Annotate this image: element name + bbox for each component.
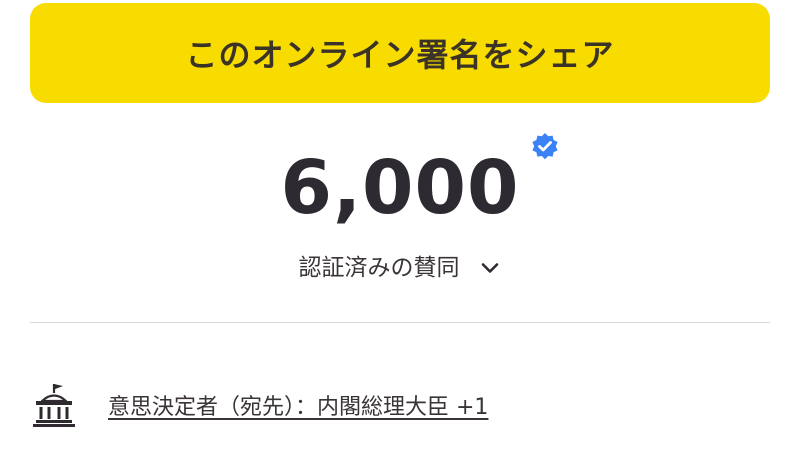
verified-signatures-row: 認証済みの賛同 [0,250,800,286]
government-building-icon [33,384,75,427]
share-button-label: このオンライン署名をシェア [185,37,615,73]
signature-count: 6,000 [280,133,558,236]
decision-maker-row: 意思決定者（宛先）：内閣総理大臣 +1 [30,378,488,432]
signature-count-section: 6,000 [0,133,800,236]
chevron-down-icon [481,263,498,273]
signature-count-value: 6,000 [280,145,520,231]
verified-signatures-toggle[interactable]: 認証済みの賛同 [299,250,502,286]
verified-signatures-label: 認証済みの賛同 [298,255,460,281]
decision-maker-link[interactable]: 意思決定者（宛先）：内閣総理大臣 +1 [108,389,488,421]
verified-badge-icon [531,133,558,160]
share-petition-button[interactable]: このオンライン署名をシェア [30,3,770,103]
petition-panel: このオンライン署名をシェア 6,000 認証済みの賛同 意思決定者（宛先）：内閣… [0,0,800,450]
section-divider [30,322,770,323]
